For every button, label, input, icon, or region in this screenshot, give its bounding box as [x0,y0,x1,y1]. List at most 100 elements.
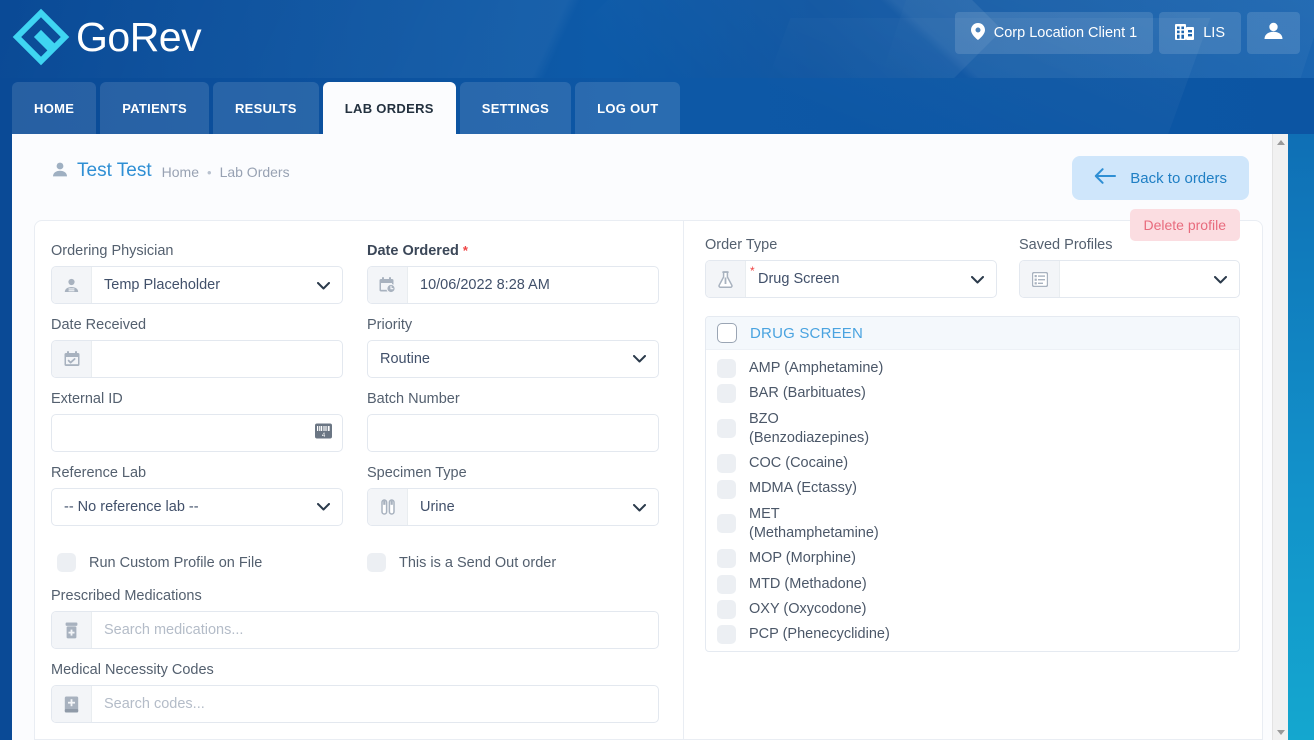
list-item[interactable]: MOP (Morphine) [706,546,1239,571]
scroll-up-arrow-icon[interactable] [1273,134,1289,150]
breadcrumb: Test Test Home • Lab Orders [52,160,290,182]
back-to-orders-button[interactable]: Back to orders [1072,156,1249,200]
checkbox-icon[interactable] [717,359,736,378]
calendar-check-icon [52,341,92,377]
nav-tabs: HOME PATIENTS RESULTS LAB ORDERS SETTING… [12,82,680,134]
test-tubes-icon [368,489,408,525]
calendar-clock-icon [368,267,408,303]
checkbox-icon[interactable] [717,575,736,594]
checkbox-icon[interactable] [717,384,736,403]
left-fields-b: Date Ordered * 10/06/2022 8:28 AM [367,243,659,539]
list-item[interactable]: COC (Cocaine) [706,451,1239,476]
order-type-select[interactable]: * Drug Screen [705,260,997,298]
medical-necessity-codes-search[interactable]: Search codes... [51,685,659,723]
ordering-physician-select[interactable]: Temp Placeholder [51,266,343,304]
left-fields-a: Ordering Physician Temp Placeholder [51,243,343,539]
order-flags: Run Custom Profile on File This is a Sen… [51,553,661,572]
list-item[interactable]: BZO (Benzodiazepines) [706,407,1239,452]
ordering-physician-field: Ordering Physician Temp Placeholder [51,243,343,304]
list-item-label: MET (Methamphetamine) [749,505,899,544]
brand-logo[interactable]: GoRev [12,8,201,66]
reference-lab-select[interactable]: -- No reference lab -- [51,488,343,526]
medical-necessity-codes-label: Medical Necessity Codes [51,662,659,678]
checkbox-icon[interactable] [717,454,736,473]
specimen-type-label: Specimen Type [367,465,659,481]
checkbox-icon[interactable] [717,419,736,438]
priority-select[interactable]: Routine [367,340,659,378]
list-item-label: PCP (Phenecyclidine) [749,625,890,644]
send-out-order-checkbox[interactable]: This is a Send Out order [367,553,556,572]
checkbox-icon[interactable] [717,514,736,533]
saved-profiles-field: Delete profile Saved Profiles [1019,237,1240,298]
order-type-value: Drug Screen [746,261,996,297]
checkbox-icon [367,553,386,572]
breadcrumb-patient[interactable]: Test Test [52,160,152,182]
saved-profiles-select[interactable] [1019,260,1240,298]
prescribed-medications-input[interactable]: Search medications... [92,612,658,648]
list-item[interactable]: MDMA (Ectassy) [706,476,1239,501]
run-custom-profile-checkbox[interactable]: Run Custom Profile on File [51,553,367,572]
list-item[interactable]: MTD (Methadone) [706,572,1239,597]
arrow-left-icon [1094,168,1116,188]
list-item[interactable]: OXY (Oxycodone) [706,597,1239,622]
list-item[interactable]: PCP (Phenecyclidine) [706,622,1239,647]
medical-necessity-codes-input[interactable]: Search codes... [92,686,658,722]
date-ordered-value[interactable]: 10/06/2022 8:28 AM [408,267,658,303]
list-item-label: MOP (Morphine) [749,549,856,568]
checkbox-icon[interactable] [717,323,737,343]
page-scrollbar[interactable] [1272,134,1288,740]
checkbox-icon[interactable] [717,549,736,568]
list-item[interactable]: AMP (Amphetamine) [706,356,1239,381]
reference-lab-label: Reference Lab [51,465,343,481]
page-body: Test Test Home • Lab Orders Back to orde… [0,134,1314,740]
date-received-input-group[interactable] [51,340,343,378]
breadcrumb-home-link[interactable]: Home [162,164,199,180]
drug-screen-panel: DRUG SCREEN AMP (Amphetamine) BAR (Barbi… [705,316,1240,652]
chevron-down-icon [633,351,646,367]
list-item[interactable]: MET (Methamphetamine) [706,502,1239,547]
run-custom-profile-label: Run Custom Profile on File [89,555,262,571]
nav-tab-results[interactable]: RESULTS [213,82,319,134]
chevron-down-icon [1214,271,1227,287]
checkbox-icon[interactable] [717,600,736,619]
external-id-input[interactable]: 4 [51,414,343,452]
nav-tab-log-out[interactable]: LOG OUT [575,82,680,134]
date-received-field: Date Received [51,317,343,378]
prescribed-medications-search[interactable]: Search medications... [51,611,659,649]
list-item[interactable]: BAR (Barbituates) [706,381,1239,406]
page-content: Test Test Home • Lab Orders Back to orde… [12,134,1289,740]
priority-value: Routine [380,351,430,367]
list-item-label: TCA (Tricyclic Antidepressants) [749,650,899,652]
list-item-label: MDMA (Ectassy) [749,479,857,498]
nav-tab-lab-orders[interactable]: LAB ORDERS [323,82,456,134]
nav-tab-patients[interactable]: PATIENTS [100,82,209,134]
date-ordered-label: Date Ordered * [367,243,659,259]
order-type-label: Order Type [705,237,997,253]
checkbox-icon[interactable] [717,480,736,499]
reference-lab-value: -- No reference lab -- [64,499,199,515]
list-item-label: AMP (Amphetamine) [749,359,883,378]
prescribed-medications-label: Prescribed Medications [51,588,659,604]
scroll-down-arrow-icon[interactable] [1273,724,1289,740]
list-item[interactable]: TCA (Tricyclic Antidepressants) [706,647,1239,652]
nav-tab-settings[interactable]: SETTINGS [460,82,571,134]
order-type-field: Order Type * Drug Screen [705,237,997,298]
nav-tab-results-label: RESULTS [235,101,297,116]
barcode-icon[interactable]: 4 [315,424,332,443]
specimen-type-select[interactable]: Urine [367,488,659,526]
user-icon [1263,22,1284,44]
batch-number-input[interactable] [367,414,659,452]
account-button[interactable] [1247,12,1300,54]
panel-header-row[interactable]: DRUG SCREEN [706,317,1239,350]
checkbox-icon[interactable] [717,625,736,644]
page-scrollbar-thumb[interactable] [1274,148,1288,708]
flask-icon [706,261,746,297]
nav-tab-home-label: HOME [34,101,74,116]
chevron-down-icon [317,277,330,293]
nav-tab-home[interactable]: HOME [12,82,96,134]
delete-profile-button[interactable]: Delete profile [1130,209,1241,241]
checkbox-icon [57,553,76,572]
test-selection-column: Order Type * Drug Screen [683,221,1262,739]
date-received-value[interactable] [92,341,342,377]
date-ordered-input-group[interactable]: 10/06/2022 8:28 AM [367,266,659,304]
